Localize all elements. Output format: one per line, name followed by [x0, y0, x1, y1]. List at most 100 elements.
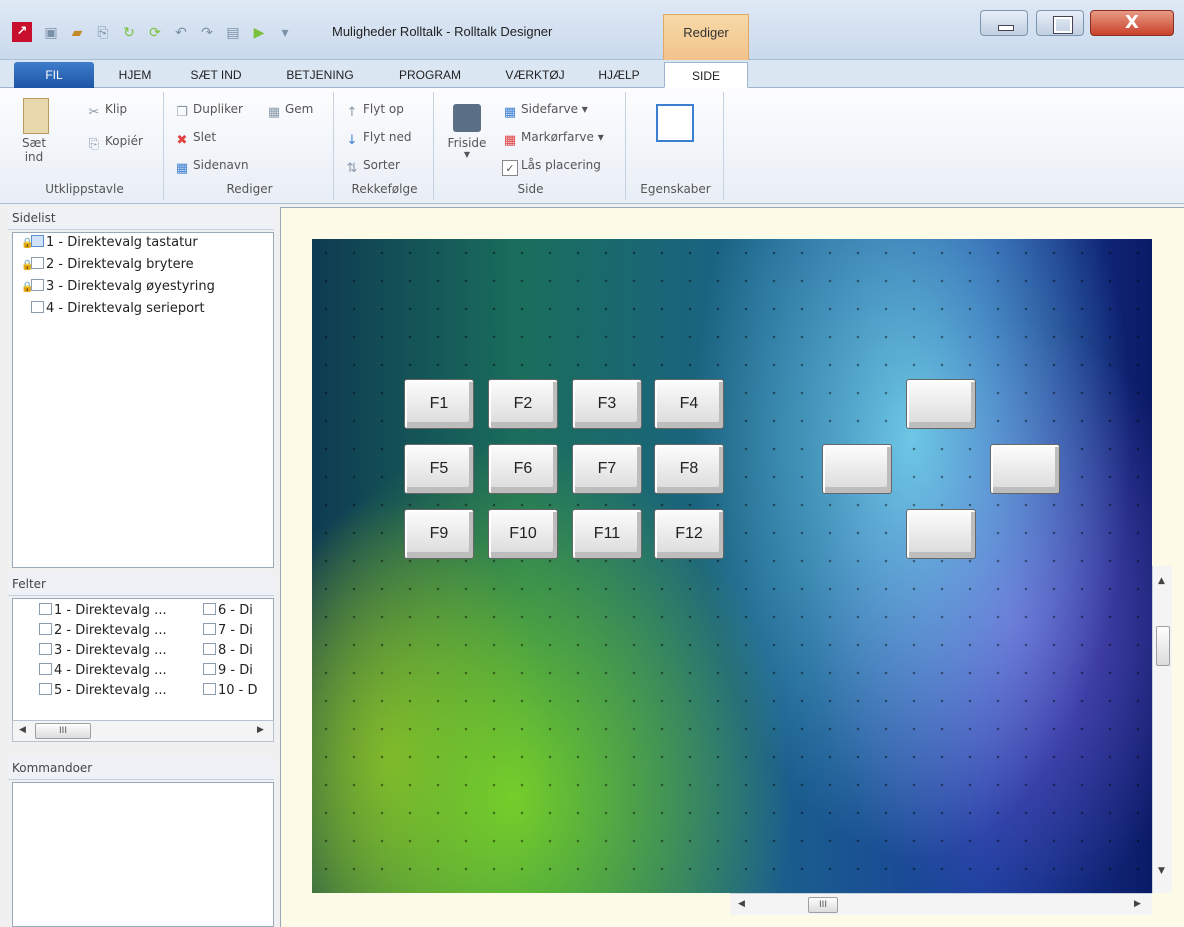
field-item[interactable]: 3 - Direktevalg ...	[39, 641, 189, 661]
delete-button[interactable]: ✖ Slet	[174, 130, 217, 149]
key-f5[interactable]: F5	[404, 444, 474, 494]
cursor-color-button[interactable]: ▦ Markørfarve ▾	[502, 130, 604, 149]
ribbon: Sæt ind ✂ Klip ⎘ Kopiér Utklippstavle ❐ Dup…	[0, 88, 1184, 204]
clipboard-icon	[23, 98, 49, 134]
context-tab-rediger[interactable]: Rediger	[663, 14, 749, 60]
field-item[interactable]: 7 - Di	[203, 621, 273, 641]
field-item[interactable]: 9 - Di	[203, 661, 273, 681]
redo-icon[interactable]: ↷	[198, 24, 216, 42]
scroll-right-icon[interactable]: ▶	[1134, 899, 1141, 909]
properties-icon[interactable]	[656, 104, 694, 142]
edit-group-label: Rediger	[226, 182, 273, 196]
key-f11[interactable]: F11	[572, 509, 642, 559]
page-canvas[interactable]: F1 F2 F3 F4 F5 F6 F7 F8 F9 F10 F11 F12	[312, 239, 1152, 893]
canvas-hscrollbar[interactable]: ◀ III ▶	[730, 893, 1152, 915]
field-icon	[39, 663, 52, 675]
copy-button[interactable]: ⎘ Kopiér	[86, 134, 143, 153]
maximize-button[interactable]	[1036, 10, 1084, 36]
close-button[interactable]: X	[1090, 10, 1174, 36]
minimize-button[interactable]	[980, 10, 1028, 36]
scroll-up-icon[interactable]: ▲	[1158, 576, 1165, 586]
save-icon[interactable]: ▣	[42, 24, 60, 42]
play-icon[interactable]: ▶	[250, 24, 268, 42]
delete-icon: ✖	[176, 133, 188, 148]
key-f8[interactable]: F8	[654, 444, 724, 494]
tab-hjaelp[interactable]: HJÆLP	[586, 62, 652, 88]
key-f2[interactable]: F2	[488, 379, 558, 429]
tab-fil[interactable]: FIL	[14, 62, 94, 88]
sync-icon[interactable]: ⟳	[146, 24, 164, 42]
quick-access-toolbar: ▣ ▰ ⎘ ↻ ⟳ ↶ ↷ ▤ ▶ ▾	[42, 22, 294, 44]
field-item[interactable]: 1 - Direktevalg ...	[39, 601, 189, 621]
key-f7[interactable]: F7	[572, 444, 642, 494]
move-up-button[interactable]: ↑ Flyt op	[344, 102, 404, 121]
key-f4[interactable]: F4	[654, 379, 724, 429]
open-folder-icon[interactable]: ▰	[68, 24, 86, 42]
page-item-label: 4 - Direktevalg serieport	[46, 301, 205, 316]
field-label: 8 - Di	[218, 643, 253, 658]
lock-icon: 🔒	[21, 238, 34, 249]
vscroll-thumb[interactable]	[1156, 626, 1170, 666]
tab-program[interactable]: PROGRAM	[380, 62, 480, 88]
key-f3[interactable]: F3	[572, 379, 642, 429]
scroll-left-icon[interactable]: ◀	[19, 725, 26, 735]
save-button[interactable]: ▦ Gem	[266, 102, 314, 121]
paste-button[interactable]: Sæt ind	[16, 98, 56, 164]
scroll-left-icon[interactable]: ◀	[738, 899, 745, 909]
free-page-label: Friside	[447, 136, 487, 150]
field-item[interactable]: 5 - Direktevalg ...	[39, 681, 189, 701]
hscroll-thumb[interactable]: III	[808, 897, 838, 913]
arrow-up-icon: ↑	[346, 105, 358, 120]
page-icon	[31, 301, 44, 313]
page-item[interactable]: 🔒 1 - Direktevalg tastatur	[21, 233, 198, 253]
preview-icon[interactable]: ▤	[224, 24, 242, 42]
duplicate-button[interactable]: ❐ Dupliker	[174, 102, 243, 121]
field-item[interactable]: 4 - Direktevalg ...	[39, 661, 189, 681]
tab-saet-ind[interactable]: SÆT IND	[178, 62, 254, 88]
key-f9[interactable]: F9	[404, 509, 474, 559]
scroll-thumb[interactable]: III	[35, 723, 91, 739]
page-color-button[interactable]: ▦ Sidefarve ▾	[502, 102, 588, 121]
field-item[interactable]: 10 - D	[203, 681, 273, 701]
tab-betjening[interactable]: BETJENING	[272, 62, 368, 88]
key-f1[interactable]: F1	[404, 379, 474, 429]
pagename-button[interactable]: ▦ Sidenavn	[174, 158, 249, 177]
page-item[interactable]: 4 - Direktevalg serieport	[31, 299, 205, 319]
key-f12[interactable]: F12	[654, 509, 724, 559]
key-blank-bottom[interactable]	[906, 509, 976, 559]
tab-vaerktoj[interactable]: VÆRKTØJ	[494, 62, 576, 88]
field-label: 10 - D	[218, 683, 258, 698]
felter-hscrollbar[interactable]: ◀ III ▶	[12, 720, 274, 742]
customize-dropdown-icon[interactable]: ▾	[276, 24, 294, 42]
cut-button[interactable]: ✂ Klip	[86, 102, 128, 121]
page-color-label: Sidefarve	[521, 102, 578, 116]
key-blank-left[interactable]	[822, 444, 892, 494]
page-item[interactable]: 🔒 3 - Direktevalg øyestyring	[21, 277, 215, 297]
lock-placement-label: Lås placering	[521, 158, 601, 172]
key-blank-right[interactable]	[990, 444, 1060, 494]
move-down-button[interactable]: ↓ Flyt ned	[344, 130, 412, 149]
scroll-right-icon[interactable]: ▶	[257, 725, 264, 735]
key-blank-top[interactable]	[906, 379, 976, 429]
sidelist-header: Sidelist	[8, 208, 274, 230]
field-item[interactable]: 6 - Di	[203, 601, 273, 621]
app-icon[interactable]: ↗	[12, 22, 32, 42]
kommandoer-header: Kommandoer	[8, 758, 274, 780]
page-item[interactable]: 🔒 2 - Direktevalg brytere	[21, 255, 194, 275]
scroll-down-icon[interactable]: ▼	[1158, 866, 1165, 876]
lock-placement-checkbox[interactable]: ✓ Lås placering	[502, 158, 601, 176]
key-f6[interactable]: F6	[488, 444, 558, 494]
free-page-button[interactable]: Friside ▼	[446, 104, 488, 159]
group-clipboard: Sæt ind ✂ Klip ⎘ Kopiér Utklippstavle	[6, 92, 164, 200]
field-item[interactable]: 2 - Direktevalg ...	[39, 621, 189, 641]
tab-hjem[interactable]: HJEM	[104, 62, 166, 88]
sort-button[interactable]: ⇅ Sorter	[344, 158, 400, 177]
key-f10[interactable]: F10	[488, 509, 558, 559]
field-item[interactable]: 8 - Di	[203, 641, 273, 661]
tab-side[interactable]: SIDE	[664, 62, 748, 88]
canvas-vscrollbar[interactable]: ▲ ▼	[1152, 566, 1172, 893]
field-label: 7 - Di	[218, 623, 253, 638]
publish-icon[interactable]: ⎘	[94, 24, 112, 42]
refresh-icon[interactable]: ↻	[120, 24, 138, 42]
undo-icon[interactable]: ↶	[172, 24, 190, 42]
